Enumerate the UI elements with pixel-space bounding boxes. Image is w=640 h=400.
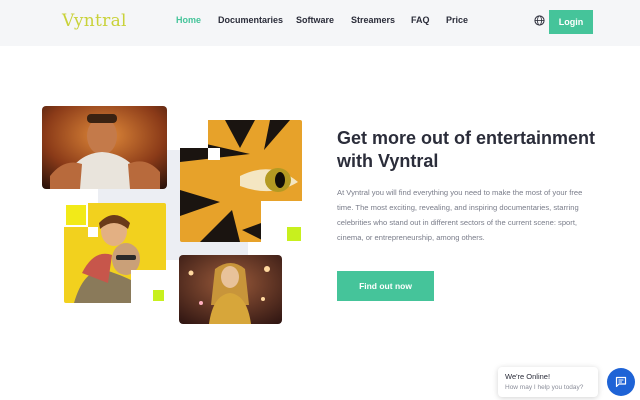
nav-streamers[interactable]: Streamers bbox=[351, 15, 395, 25]
top-nav-bar: Vyntral Home Documentaries Software Stre… bbox=[0, 0, 640, 46]
chat-subtitle: How may I help you today? bbox=[505, 384, 584, 391]
decor-square bbox=[88, 227, 98, 237]
nav-home[interactable]: Home bbox=[176, 15, 201, 25]
globe-icon[interactable] bbox=[534, 15, 545, 26]
brand-logo[interactable]: Vyntral bbox=[62, 11, 127, 31]
chat-title: We're Online! bbox=[505, 372, 551, 381]
nav-documentaries[interactable]: Documentaries bbox=[218, 15, 283, 25]
chat-greeting-bubble[interactable]: We're Online! How may I help you today? bbox=[498, 367, 598, 397]
hero-description: At Vyntral you will find everything you … bbox=[337, 188, 583, 242]
hero-title: Get more out of entertainment with Vyntr… bbox=[337, 128, 596, 171]
find-out-now-button[interactable]: Find out now bbox=[337, 271, 434, 301]
decor-square bbox=[287, 227, 301, 241]
chat-icon bbox=[615, 376, 627, 388]
athlete-image bbox=[42, 106, 167, 189]
login-button[interactable]: Login bbox=[549, 10, 593, 34]
decor-square bbox=[180, 120, 208, 148]
decor-square bbox=[153, 290, 164, 301]
nav-faq[interactable]: FAQ bbox=[411, 15, 430, 25]
nav-price[interactable]: Price bbox=[446, 15, 468, 25]
chat-launcher-button[interactable] bbox=[607, 368, 635, 396]
decor-square bbox=[208, 148, 220, 160]
nav-software[interactable]: Software bbox=[296, 15, 334, 25]
decor-square bbox=[66, 205, 86, 225]
woman-image bbox=[179, 255, 282, 324]
